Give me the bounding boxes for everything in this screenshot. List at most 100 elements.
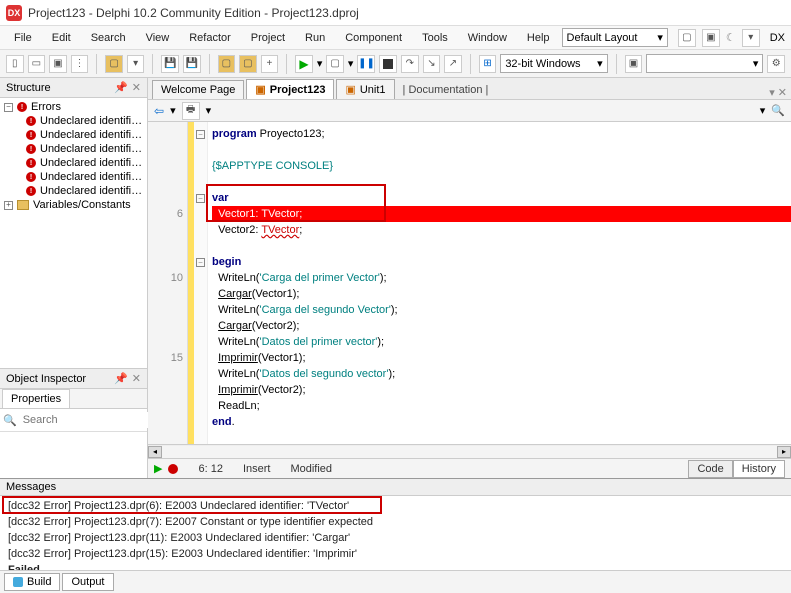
horizontal-scrollbar[interactable]: ◂ ▸ [148, 444, 791, 458]
layout-load-icon[interactable]: ▣ [702, 29, 720, 47]
file-icon: ▣ [345, 83, 355, 96]
print-icon[interactable]: 🖶 [182, 102, 200, 120]
search-icon: 🔍 [3, 414, 17, 427]
run-nd-dropdown-icon[interactable]: ▾ [348, 57, 354, 70]
tab-unit[interactable]: ▣ Unit1 [336, 79, 394, 99]
error-item[interactable]: Undeclared identifi… [40, 143, 142, 155]
close-icon[interactable]: ✕ [132, 81, 141, 94]
print-dropdown-icon[interactable]: ▾ [206, 104, 212, 117]
menu-component[interactable]: Component [337, 29, 410, 47]
close-icon[interactable]: ✕ [132, 372, 141, 385]
open-icon[interactable]: ▭ [28, 55, 46, 73]
tab-documentation[interactable]: | Documentation | [397, 81, 495, 99]
step-into-icon[interactable]: ↘ [423, 55, 441, 73]
moon-icon[interactable]: ☾ [726, 31, 736, 44]
fold-icon[interactable]: − [196, 130, 205, 139]
nav-dropdown-icon[interactable]: ▾ [760, 104, 766, 117]
nav-back-dropdown-icon[interactable]: ▾ [170, 104, 176, 117]
save-all-icon[interactable]: ▣ [49, 55, 67, 73]
pause-icon[interactable]: ❚❚ [357, 55, 375, 73]
brand-icon: DX [770, 32, 785, 44]
error-item[interactable]: Undeclared identifi… [40, 185, 142, 197]
new-icon[interactable]: ▯ [6, 55, 24, 73]
error-icon: ! [26, 172, 36, 182]
platform-grid-icon[interactable]: ⊞ [479, 55, 497, 73]
tab-build[interactable]: Build [4, 573, 60, 591]
gear-icon[interactable]: ⚙ [767, 55, 785, 73]
menu-run[interactable]: Run [297, 29, 333, 47]
run-icon[interactable]: ▶ [295, 55, 313, 73]
folder-open-icon[interactable]: ▢ [239, 55, 257, 73]
menu-search[interactable]: Search [83, 29, 134, 47]
tab-project[interactable]: ▣ Project123 [246, 79, 334, 99]
nav-back-icon[interactable]: ⇦ [154, 104, 164, 118]
message-item[interactable]: [dcc32 Error] Project123.dpr(7): E2007 C… [4, 514, 787, 530]
folder-icon[interactable]: ▢ [218, 55, 236, 73]
menu-refactor[interactable]: Refactor [181, 29, 239, 47]
fold-icon[interactable]: − [196, 194, 205, 203]
vars-node[interactable]: Variables/Constants [33, 199, 131, 211]
run-dropdown-icon[interactable]: ▾ [317, 57, 323, 70]
save-icon[interactable]: 💾 [161, 55, 179, 73]
structure-tree[interactable]: − ! Errors !Undeclared identifi… !Undecl… [0, 98, 147, 368]
tab-overflow-icon[interactable]: ▾ ✕ [769, 86, 787, 99]
step-over-icon[interactable]: ↷ [401, 55, 419, 73]
error-item[interactable]: Undeclared identifi… [40, 115, 142, 127]
insert-mode: Insert [243, 463, 271, 475]
unit-icon[interactable]: ▾ [127, 55, 145, 73]
tab-welcome[interactable]: Welcome Page [152, 80, 244, 99]
tab-code[interactable]: Code [688, 460, 732, 478]
scroll-right-icon[interactable]: ▸ [777, 446, 791, 458]
build-icon [13, 577, 23, 587]
app-logo-icon: DX [6, 5, 22, 21]
expand-icon[interactable]: + [4, 201, 13, 210]
menu-help[interactable]: Help [519, 29, 558, 47]
code-editor[interactable]: 6 10 15 − − − program Proyecto123; {$APP… [148, 122, 791, 444]
search-icon[interactable]: 🔍 [771, 104, 785, 117]
message-item[interactable]: [dcc32 Error] Project123.dpr(11): E2003 … [4, 530, 787, 546]
menu-view[interactable]: View [138, 29, 178, 47]
add-icon[interactable]: + [261, 55, 279, 73]
menu-dropdown-icon[interactable]: ▾ [742, 29, 760, 47]
pin-icon[interactable]: 📌 [114, 372, 128, 385]
error-item[interactable]: Undeclared identifi… [40, 171, 142, 183]
message-item[interactable]: [dcc32 Error] Project123.dpr(6): E2003 U… [4, 498, 787, 514]
error-item[interactable]: Undeclared identifi… [40, 157, 142, 169]
error-item[interactable]: Undeclared identifi… [40, 129, 142, 141]
errors-node[interactable]: Errors [31, 101, 61, 113]
error-icon: ! [17, 102, 27, 112]
menu-project[interactable]: Project [243, 29, 293, 47]
stop-icon[interactable] [379, 55, 397, 73]
messages-panel: Messages [dcc32 Error] Project123.dpr(6)… [0, 478, 791, 593]
layout-save-icon[interactable]: ▢ [678, 29, 696, 47]
run-no-debug-icon[interactable]: ▢ [326, 55, 344, 73]
deploy-icon[interactable]: ▣ [625, 55, 643, 73]
deploy-combo[interactable]: ▾ [646, 54, 763, 73]
layout-combo[interactable]: Default Layout ▾ [562, 28, 668, 47]
fold-icon[interactable]: − [196, 258, 205, 267]
message-item[interactable]: [dcc32 Error] Project123.dpr(15): E2003 … [4, 546, 787, 562]
menu-tools[interactable]: Tools [414, 29, 456, 47]
pin-icon[interactable]: 📌 [114, 81, 128, 94]
collapse-icon[interactable]: − [4, 103, 13, 112]
main-toolbar: ▯ ▭ ▣ ⋮ ▢ ▾ 💾 💾 ▢ ▢ + ▶ ▾ ▢ ▾ ❚❚ ↷ ↘ ↗ ⊞… [0, 50, 791, 78]
menu-file[interactable]: File [6, 29, 40, 47]
tab-history[interactable]: History [733, 460, 785, 478]
menu-edit[interactable]: Edit [44, 29, 79, 47]
platform-combo[interactable]: 32-bit Windows ▾ [500, 54, 607, 73]
options-icon[interactable]: ⋮ [71, 55, 89, 73]
structure-title: Structure [6, 82, 51, 94]
tab-output[interactable]: Output [62, 573, 113, 591]
search-input[interactable] [21, 412, 167, 428]
save-as-icon[interactable]: 💾 [183, 55, 201, 73]
record-icon[interactable] [168, 464, 178, 474]
tab-properties[interactable]: Properties [2, 389, 70, 408]
code-text[interactable]: program Proyecto123; {$APPTYPE CONSOLE} … [208, 122, 791, 444]
step-out-icon[interactable]: ↗ [444, 55, 462, 73]
menu-window[interactable]: Window [460, 29, 515, 47]
messages-list[interactable]: [dcc32 Error] Project123.dpr(6): E2003 U… [0, 496, 791, 570]
play-marker-icon[interactable]: ▶ [154, 462, 162, 475]
scroll-left-icon[interactable]: ◂ [148, 446, 162, 458]
form-icon[interactable]: ▢ [105, 55, 123, 73]
message-item[interactable]: Failed [4, 562, 787, 570]
